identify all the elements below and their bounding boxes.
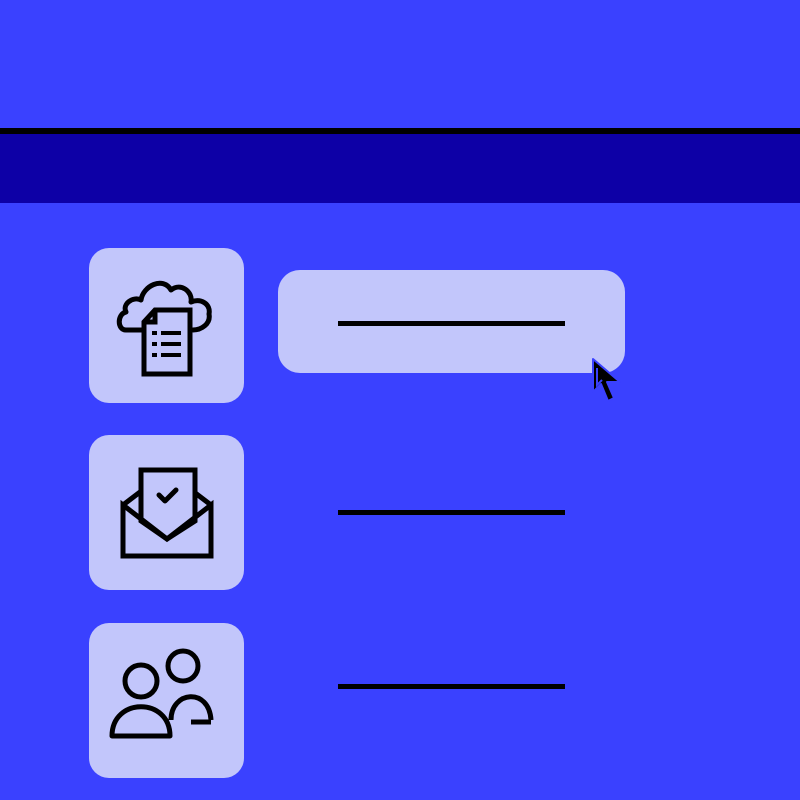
menu-item-cloud-document[interactable] (89, 248, 244, 403)
users-icon (109, 648, 214, 739)
cloud-document-icon (116, 280, 212, 377)
menu-item-mail-check[interactable] (89, 435, 244, 590)
mouse-pointer-icon (592, 358, 621, 402)
menu-item-label (338, 321, 565, 322)
menu-item-users[interactable] (89, 623, 244, 778)
header-area (0, 0, 800, 130)
mail-check-icon (120, 467, 214, 559)
menu-item-label (338, 684, 565, 685)
menu-item-label (338, 510, 565, 511)
nav-bar (0, 134, 800, 203)
